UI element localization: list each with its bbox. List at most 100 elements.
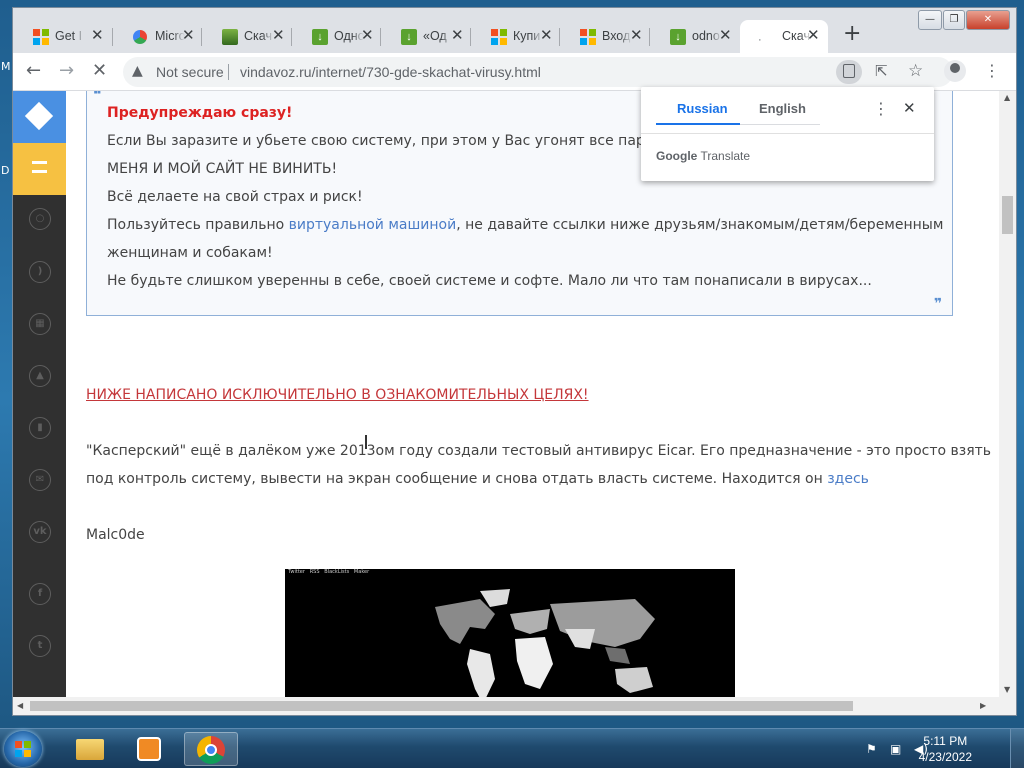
- microsoft-icon: [33, 29, 49, 45]
- windows-icon: [15, 741, 31, 757]
- text-cursor: [365, 435, 367, 449]
- here-link[interactable]: здесь: [827, 471, 869, 487]
- clock[interactable]: 5:11 PM 4/23/2022: [919, 733, 972, 765]
- tab-title: Скач: [244, 29, 272, 43]
- window-close-button[interactable]: ✕: [966, 10, 1010, 30]
- map-menu-text: Twitter RSS BlackLists Maker: [285, 569, 370, 575]
- action-center-icon[interactable]: ▣: [890, 742, 901, 756]
- back-icon[interactable]: ←: [26, 61, 41, 81]
- explorer-button[interactable]: [62, 732, 116, 766]
- network-warning-icon[interactable]: ⚑: [866, 742, 877, 756]
- date: 4/23/2022: [918, 750, 972, 764]
- book-icon: [222, 29, 238, 45]
- tab-1[interactable]: Get I ✕: [13, 20, 113, 53]
- download-icon: ↓: [401, 29, 417, 45]
- star-icon[interactable]: ☆: [908, 61, 923, 81]
- tab-6[interactable]: Купи ✕: [471, 20, 560, 53]
- tab-title: Купи: [513, 29, 541, 43]
- twitter-icon[interactable]: t: [29, 635, 51, 657]
- virtual-machine-link[interactable]: виртуальной машиной: [289, 217, 457, 233]
- scroll-up-icon[interactable]: ▲: [1004, 93, 1010, 102]
- translate-popup: Russian English ⋮ ✕ Google Translate: [641, 87, 934, 181]
- tab-7[interactable]: Вход ✕: [560, 20, 650, 53]
- translate-text: Translate: [700, 149, 751, 163]
- divider: [228, 64, 229, 80]
- desktop-label: M: [1, 60, 11, 73]
- microsoft-icon: [580, 29, 596, 45]
- bookmark-icon[interactable]: ▮: [29, 417, 51, 439]
- menu-block[interactable]: [13, 143, 66, 195]
- vertical-scrollbar[interactable]: ▲ ▼: [999, 91, 1016, 697]
- close-tab-icon[interactable]: ✕: [630, 28, 643, 44]
- chrome-button[interactable]: [184, 732, 238, 766]
- quote-line: Пользуйтесь правильно виртуальной машино…: [107, 217, 943, 233]
- close-popup-icon[interactable]: ✕: [903, 99, 916, 117]
- facebook-icon[interactable]: f: [29, 583, 51, 605]
- minimize-button[interactable]: —: [918, 10, 942, 30]
- maximize-button[interactable]: ❐: [943, 10, 965, 30]
- tab-4[interactable]: ↓ Одно ✕: [292, 20, 381, 53]
- taskbar: ⚑ ▣ ◀) 5:11 PM 4/23/2022: [0, 728, 1024, 768]
- scroll-left-icon[interactable]: ◀: [17, 701, 23, 710]
- tab-title: Micro: [155, 29, 185, 43]
- logo-block[interactable]: [13, 91, 66, 143]
- scroll-right-icon[interactable]: ▶: [980, 701, 986, 710]
- menu-icon[interactable]: ⋮: [984, 61, 1000, 81]
- quote-line: женщинам и собакам!: [107, 245, 273, 261]
- tab-title: odno: [692, 29, 720, 43]
- close-tab-icon[interactable]: ✕: [361, 28, 374, 44]
- rss-icon[interactable]: ): [29, 261, 51, 283]
- translate-icon[interactable]: [836, 60, 862, 84]
- time: 5:11 PM: [923, 734, 968, 748]
- tab-8[interactable]: ↓ odno ✕: [650, 20, 739, 53]
- world-map-image: Twitter RSS BlackLists Maker: [285, 569, 735, 697]
- close-tab-icon[interactable]: ✕: [451, 28, 464, 44]
- share-icon[interactable]: ⇱: [875, 62, 888, 80]
- stop-icon[interactable]: ✕: [92, 61, 107, 81]
- vk-icon[interactable]: vk: [29, 521, 51, 543]
- open-quote-icon: ❝: [93, 91, 102, 103]
- more-options-icon[interactable]: ⋮: [873, 99, 889, 118]
- tab-underline: [740, 124, 820, 125]
- mail-icon[interactable]: ✉: [29, 469, 51, 491]
- warning-icon: ▲: [132, 63, 143, 79]
- close-tab-icon[interactable]: ✕: [91, 28, 104, 44]
- address-bar[interactable]: ▲ Not secure vindavoz.ru/internet/730-gd…: [123, 57, 953, 87]
- tab-3[interactable]: Скач ✕: [202, 20, 292, 53]
- close-tab-icon[interactable]: ✕: [182, 28, 195, 44]
- browser-window: Get I ✕ Micro ✕ Скач ✕ ↓ Одно ✕ ↓ «Од ✕ …: [13, 8, 1016, 715]
- vertical-scroll-thumb[interactable]: [1002, 196, 1013, 234]
- edge-icon: [133, 30, 147, 44]
- close-tab-icon[interactable]: ✕: [807, 28, 820, 44]
- tab-active[interactable]: · Скач ✕: [740, 20, 828, 53]
- forward-icon[interactable]: →: [59, 61, 74, 81]
- loading-icon: ·: [758, 34, 762, 46]
- tab-2[interactable]: Micro ✕: [113, 20, 202, 53]
- article-paragraph: "Касперский" ещё в далёком уже 2013ом го…: [86, 443, 992, 459]
- tab-russian[interactable]: Russian: [677, 101, 728, 116]
- new-tab-button[interactable]: +: [843, 22, 861, 46]
- tab-english[interactable]: English: [759, 101, 806, 116]
- horizontal-scroll-thumb[interactable]: [30, 701, 853, 711]
- download-icon: ↓: [312, 29, 328, 45]
- quote-line: Если Вы заразите и убьете свою систему, …: [107, 133, 676, 149]
- url-text[interactable]: vindavoz.ru/internet/730-gde-skachat-vir…: [240, 64, 541, 80]
- article-paragraph: под контроль систему, вывести на экран с…: [86, 471, 869, 487]
- close-tab-icon[interactable]: ✕: [719, 28, 732, 44]
- google-translate-label: Google Translate: [656, 149, 750, 163]
- sitemap-icon[interactable]: ▲: [29, 365, 51, 387]
- media-player-button[interactable]: [122, 732, 176, 766]
- profile-icon[interactable]: [944, 60, 966, 82]
- close-tab-icon[interactable]: ✕: [540, 28, 553, 44]
- warning-link[interactable]: НИЖЕ НАПИСАНО ИСКЛЮЧИТЕЛЬНО В ОЗНАКОМИТЕ…: [86, 387, 589, 403]
- show-desktop-button[interactable]: [1010, 729, 1024, 768]
- divider: [641, 133, 934, 134]
- tab-5[interactable]: ↓ «Од ✕: [381, 20, 471, 53]
- horizontal-scrollbar[interactable]: ◀ ▶: [13, 697, 1016, 715]
- start-button[interactable]: [4, 731, 42, 767]
- close-tab-icon[interactable]: ✕: [272, 28, 285, 44]
- grid-icon[interactable]: ▦: [29, 313, 51, 335]
- search-icon[interactable]: ○: [29, 208, 51, 230]
- scroll-down-icon[interactable]: ▼: [1004, 685, 1010, 694]
- malcode-link[interactable]: Malc0de: [86, 527, 145, 543]
